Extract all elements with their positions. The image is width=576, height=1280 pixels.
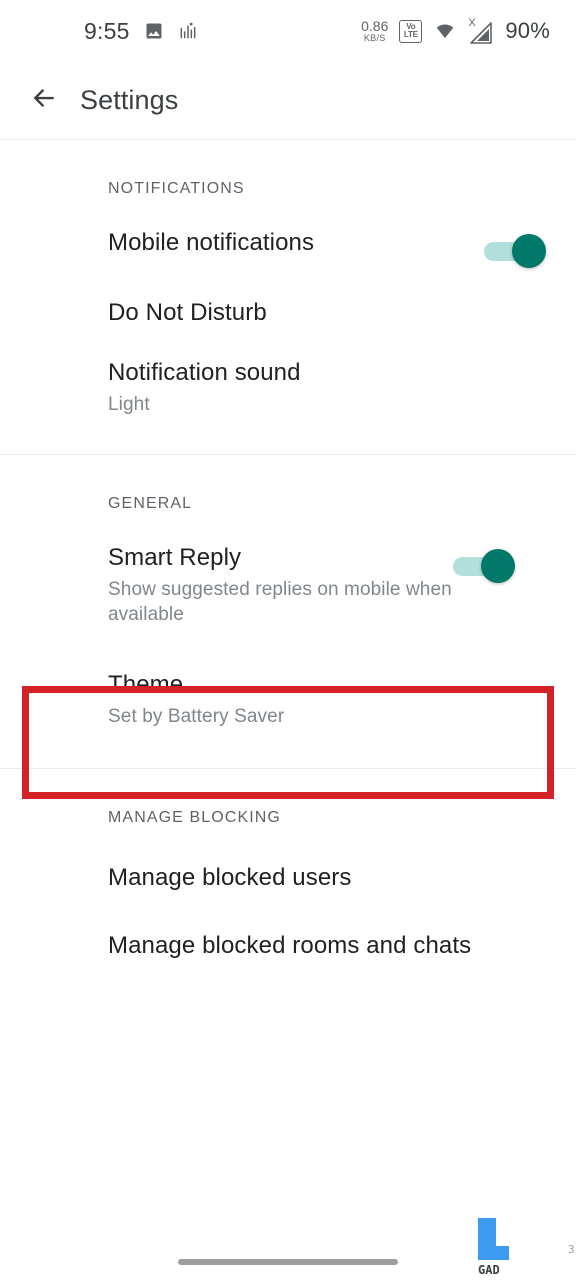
mobile-notifications-toggle[interactable] (484, 234, 546, 268)
row-text: Smart Reply Show suggested replies on mo… (108, 543, 453, 628)
row-text: Do Not Disturb (108, 298, 546, 328)
battery-percentage: 90% (505, 18, 550, 43)
row-text: Manage blocked rooms and chats (108, 931, 546, 961)
setting-row-manage-blocked-rooms[interactable]: Manage blocked rooms and chats (0, 893, 576, 961)
volte-icon: Vo LTE (399, 19, 423, 43)
toggle-thumb (481, 548, 515, 583)
setting-title: Theme (108, 670, 184, 698)
setting-row-notification-sound[interactable]: Notification sound Light (0, 328, 576, 454)
section-header-manage-blocking: MANAGE BLOCKING (108, 808, 281, 826)
watermark-logo: GAD (478, 1218, 509, 1277)
watermark-shape-icon (478, 1218, 509, 1260)
watermark-text: GAD (478, 1263, 500, 1277)
volte-line2: LTE (403, 30, 418, 39)
setting-subtitle: Set by Battery Saver (108, 705, 285, 727)
chart-activity-icon (178, 21, 198, 41)
section-general: GENERAL Smart Reply Show suggested repli… (0, 455, 576, 768)
watermark-edge-text: 3 (568, 1243, 575, 1256)
settings-list: NOTIFICATIONS Mobile notifications Do No… (0, 140, 576, 961)
app-bar: Settings (0, 62, 576, 139)
status-bar-left: 9:55 (84, 18, 198, 45)
setting-row-manage-blocked-users[interactable]: Manage blocked users (0, 827, 576, 893)
setting-row-theme[interactable]: Theme Set by Battery Saver (0, 628, 576, 768)
setting-title: Do Not Disturb (108, 299, 267, 326)
setting-title: Smart Reply (108, 543, 242, 571)
back-button[interactable] (16, 73, 72, 129)
setting-title: Mobile notifications (108, 229, 315, 256)
row-text: Theme Set by Battery Saver (108, 670, 546, 730)
setting-row-do-not-disturb[interactable]: Do Not Disturb (0, 268, 576, 328)
setting-subtitle: Light (108, 394, 150, 415)
network-speed-indicator: 0.86 KB/S (361, 19, 388, 43)
setting-title: Manage blocked rooms and chats (108, 931, 472, 959)
wifi-icon (433, 21, 457, 41)
network-speed-value: 0.86 (361, 18, 389, 34)
section-notifications: NOTIFICATIONS Mobile notifications Do No… (0, 140, 576, 454)
back-arrow-icon (29, 83, 59, 118)
status-bar-right: 0.86 KB/S Vo LTE X 90% (361, 18, 550, 44)
setting-title: Manage blocked users (108, 863, 352, 891)
smart-reply-toggle[interactable] (453, 548, 515, 583)
setting-row-mobile-notifications[interactable]: Mobile notifications (0, 198, 576, 268)
status-bar: 9:55 0.86 KB/S Vo LTE X 90% (0, 0, 576, 62)
section-header-notifications: NOTIFICATIONS (108, 180, 245, 197)
toggle-thumb (512, 234, 546, 268)
row-text: Mobile notifications (108, 228, 484, 258)
section-header-general: GENERAL (108, 494, 193, 512)
phone-screen: 9:55 0.86 KB/S Vo LTE X 90% Settings NOT… (0, 0, 576, 1280)
status-bar-clock: 9:55 (84, 17, 130, 44)
section-manage-blocking: MANAGE BLOCKING Manage blocked users Man… (0, 769, 576, 961)
page-title: Settings (80, 85, 179, 115)
row-text: Manage blocked users (108, 863, 546, 893)
row-text: Notification sound Light (108, 358, 546, 418)
image-icon (144, 21, 164, 41)
setting-row-smart-reply[interactable]: Smart Reply Show suggested replies on mo… (0, 513, 576, 628)
gesture-navigation-pill[interactable] (178, 1259, 398, 1265)
setting-title: Notification sound (108, 359, 301, 386)
cellular-signal-icon: X (468, 18, 494, 44)
setting-subtitle: Show suggested replies on mobile when av… (108, 578, 452, 626)
network-speed-unit: KB/S (363, 33, 386, 43)
